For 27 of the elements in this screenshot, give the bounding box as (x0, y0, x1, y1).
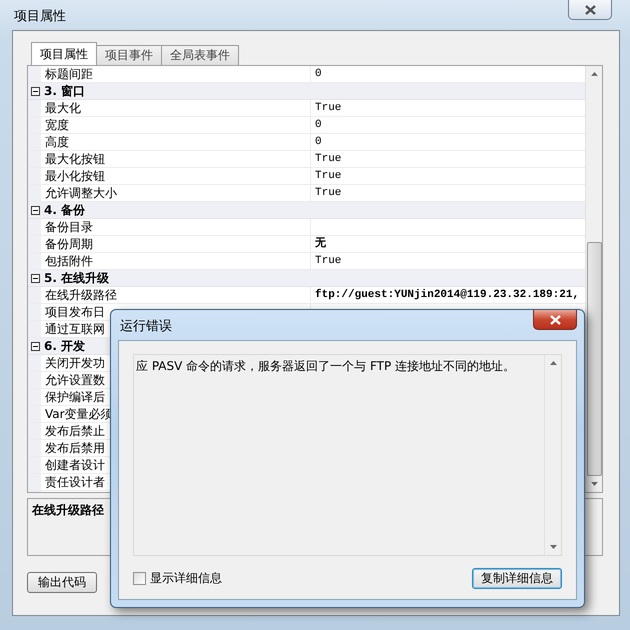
tab[interactable]: 项目事件 (96, 45, 162, 65)
collapse-icon[interactable] (31, 206, 40, 214)
collapse-icon[interactable] (31, 274, 40, 282)
scroll-up-icon[interactable] (550, 361, 556, 365)
close-button[interactable] (568, 0, 612, 20)
close-icon (550, 314, 560, 324)
category-label[interactable]: 4. 备份 (44, 202, 86, 218)
window-title: 项目属性 (14, 8, 66, 25)
show-details-checkbox[interactable]: 显示详细信息 (133, 570, 222, 587)
category-label[interactable]: 5. 在线升级 (44, 270, 110, 286)
close-button[interactable] (533, 310, 577, 330)
scrollbar-thumb[interactable] (586, 242, 602, 476)
collapse-icon[interactable] (31, 86, 40, 96)
tab[interactable]: 项目属性 (31, 42, 97, 65)
copy-details-button[interactable]: 复制详细信息 (472, 568, 562, 589)
category-label[interactable]: 3. 窗口 (44, 82, 86, 100)
collapse-icon[interactable] (31, 342, 40, 350)
scrollbar[interactable] (585, 66, 602, 492)
scroll-up-icon[interactable] (590, 72, 598, 76)
dialog-title: 运行错误 (120, 318, 172, 335)
scroll-down-icon[interactable] (550, 545, 556, 549)
tab[interactable]: 全局表事件 (161, 45, 239, 65)
output-code-button[interactable]: 输出代码 (27, 572, 97, 593)
scroll-down-icon[interactable] (590, 482, 598, 486)
close-icon (584, 4, 596, 14)
description-title: 在线升级路径 (32, 503, 104, 517)
category-label[interactable]: 6. 开发 (44, 338, 86, 354)
